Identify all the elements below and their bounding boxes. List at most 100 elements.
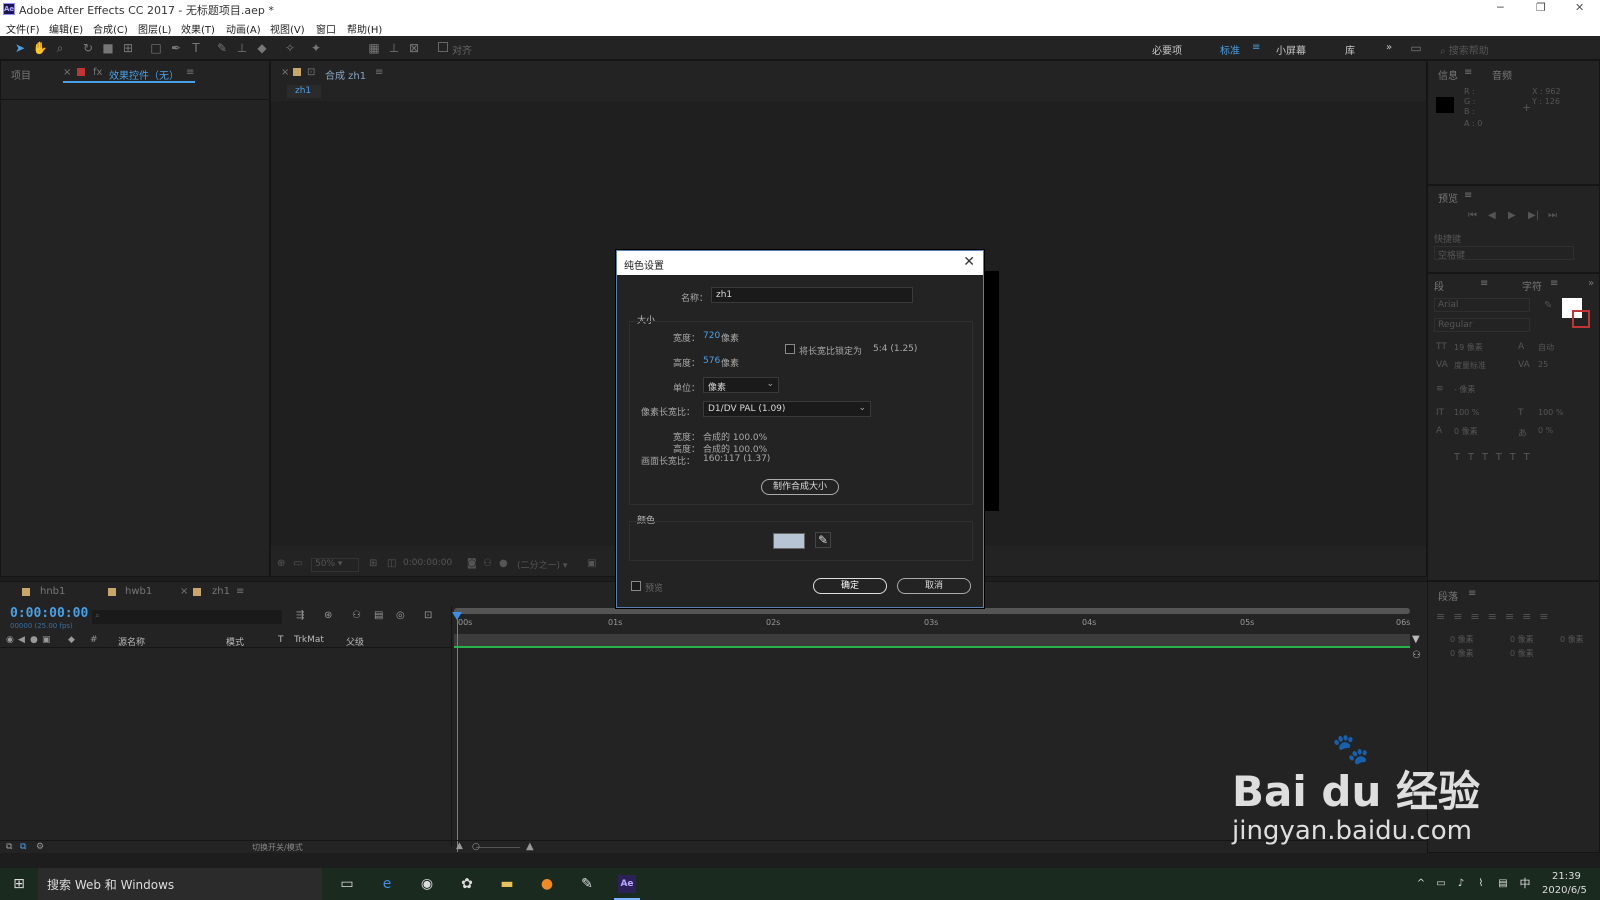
tsume-value[interactable]: 0 % bbox=[1538, 426, 1553, 435]
panel-menu-icon[interactable]: ≡ bbox=[1464, 190, 1472, 201]
tab-character[interactable]: 字符 bbox=[1522, 278, 1542, 293]
font-size-value[interactable]: 19 像素 bbox=[1454, 342, 1483, 353]
menu-window[interactable]: 窗口 bbox=[316, 21, 336, 36]
pixel-aspect-select[interactable]: D1/DV PAL (1.09) ⌄ bbox=[703, 401, 871, 417]
shortcut-select[interactable]: 空格键 bbox=[1434, 246, 1574, 261]
mask-icon[interactable]: ◫ bbox=[387, 558, 396, 569]
local-axis-icon[interactable]: ▦ bbox=[366, 40, 382, 56]
tab-paragraph-short[interactable]: 段 bbox=[1434, 278, 1444, 293]
indent-first-value[interactable]: 0 像素 bbox=[1560, 634, 1584, 645]
close-tab-icon[interactable]: × bbox=[281, 67, 289, 78]
workspace-libraries[interactable]: 库 bbox=[1345, 42, 1355, 57]
show-snapshot-icon[interactable]: ⚇ bbox=[483, 558, 492, 569]
menu-effect[interactable]: 效果(T) bbox=[181, 21, 215, 36]
panel-menu-icon[interactable]: ≡ bbox=[236, 586, 244, 597]
comp-breadcrumb[interactable]: zh1 bbox=[287, 85, 321, 98]
name-input[interactable]: zh1 bbox=[711, 287, 913, 303]
notepad-icon[interactable]: ✎ bbox=[578, 875, 596, 893]
action-center-icon[interactable]: ▤ bbox=[1494, 875, 1512, 893]
paint-icon[interactable]: ✿ bbox=[458, 875, 476, 893]
minimize-icon[interactable]: ─ bbox=[1497, 1, 1504, 14]
panel-menu-icon[interactable]: ≡ bbox=[375, 67, 383, 78]
timeline-tab-hnb1[interactable]: hnb1 bbox=[40, 586, 65, 597]
lock-icon[interactable]: ⊡ bbox=[307, 67, 315, 78]
resolution-select[interactable]: (二分之一) ▾ bbox=[517, 558, 581, 572]
time-navigator[interactable] bbox=[454, 634, 1410, 646]
zoom-slider[interactable] bbox=[476, 847, 520, 848]
region-icon[interactable]: ▣ bbox=[587, 558, 596, 569]
transfer-controls-icon[interactable]: ⧉ bbox=[20, 842, 26, 852]
zoom-select[interactable]: 50% ▾ bbox=[311, 558, 359, 572]
menu-layer[interactable]: 图层(L) bbox=[138, 21, 171, 36]
timeline-tab-zh1[interactable]: zh1 bbox=[212, 586, 230, 597]
layer-search-input[interactable]: ⌕ bbox=[92, 610, 282, 624]
panel-menu-icon[interactable]: ≡ bbox=[1550, 278, 1558, 289]
edge-icon[interactable]: e bbox=[378, 875, 396, 893]
tab-composition[interactable]: 合成 zh1 bbox=[325, 67, 366, 82]
prev-frame-icon[interactable]: ◀ bbox=[1488, 210, 1496, 221]
magnify-icon[interactable]: ⊕ bbox=[277, 558, 285, 569]
menu-edit[interactable]: 编辑(E) bbox=[49, 21, 83, 36]
taskbar-search[interactable]: 搜索 Web 和 Windows bbox=[38, 868, 322, 900]
align-icons[interactable]: ≡≡≡≡≡≡≡ bbox=[1436, 610, 1557, 623]
pen-tool-icon[interactable]: ✒ bbox=[168, 40, 184, 56]
unit-select[interactable]: 像素 ⌄ bbox=[703, 377, 779, 393]
play-icon[interactable]: ▶ bbox=[1508, 210, 1516, 221]
firefox-icon[interactable]: ● bbox=[538, 875, 556, 893]
leading-value[interactable]: 自动 bbox=[1538, 342, 1554, 353]
vscale-value[interactable]: 100 % bbox=[1454, 408, 1479, 417]
col-mode[interactable]: 模式 bbox=[226, 635, 244, 648]
clock-date[interactable]: 2020/6/5 bbox=[1542, 885, 1587, 896]
tab-project[interactable]: 项目 bbox=[11, 67, 31, 82]
lock-aspect-checkbox[interactable] bbox=[785, 344, 795, 354]
zoom-out-icon[interactable]: ▲ bbox=[456, 841, 463, 851]
clock-time[interactable]: 21:39 bbox=[1552, 871, 1581, 882]
current-timecode[interactable]: 0:00:00:00 bbox=[10, 606, 88, 621]
menu-file[interactable]: 文件(F) bbox=[6, 21, 40, 36]
rectangle-tool-icon[interactable]: □ bbox=[148, 40, 164, 56]
snapshot-icon[interactable]: ◙ bbox=[467, 558, 477, 569]
world-axis-icon[interactable]: ⊥ bbox=[386, 40, 402, 56]
work-area-bar[interactable] bbox=[454, 608, 1410, 614]
type-tool-icon[interactable]: T bbox=[188, 40, 204, 56]
tab-info[interactable]: 信息 bbox=[1438, 67, 1458, 82]
tab-effect-controls[interactable]: 效果控件（无） bbox=[109, 67, 179, 82]
color-channel-icon[interactable]: ● bbox=[499, 558, 508, 569]
draft-3d-icon[interactable]: ⊛ bbox=[324, 610, 332, 621]
timeline-tab-hwb1[interactable]: hwb1 bbox=[125, 586, 152, 597]
zoom-tool-icon[interactable]: ⌕ bbox=[52, 40, 68, 56]
playhead[interactable] bbox=[457, 612, 458, 852]
grid-icon[interactable]: ⊞ bbox=[369, 558, 377, 569]
after-effects-taskbar-icon[interactable]: Ae bbox=[618, 875, 636, 893]
tab-audio[interactable]: 音频 bbox=[1492, 67, 1512, 82]
first-frame-icon[interactable]: ⏮ bbox=[1468, 210, 1477, 221]
space-after-value[interactable]: 0 像素 bbox=[1510, 648, 1534, 659]
make-comp-size-button[interactable]: 制作合成大小 bbox=[761, 479, 839, 495]
playhead-handle-icon[interactable] bbox=[452, 612, 462, 620]
col-t[interactable]: T bbox=[278, 635, 284, 645]
comp-marker-icon[interactable]: ▼ bbox=[1412, 634, 1420, 645]
view-axis-icon[interactable]: ⊠ bbox=[406, 40, 422, 56]
zoom-in-icon[interactable]: ▲ bbox=[526, 841, 534, 852]
pan-behind-tool-icon[interactable]: ⊞ bbox=[120, 40, 136, 56]
height-value[interactable]: 576 bbox=[703, 356, 720, 366]
menu-view[interactable]: 视图(V) bbox=[270, 21, 305, 36]
panel-menu-icon[interactable]: ≡ bbox=[1480, 278, 1488, 289]
tracking-value[interactable]: 25 bbox=[1538, 360, 1548, 369]
width-value[interactable]: 720 bbox=[703, 331, 720, 341]
ok-button[interactable]: 确定 bbox=[813, 578, 887, 594]
snap-checkbox[interactable] bbox=[438, 42, 448, 52]
battery-icon[interactable]: ▭ bbox=[1432, 875, 1450, 893]
panel-menu-icon[interactable]: ≡ bbox=[186, 67, 194, 78]
frame-blend-icon[interactable]: ▤ bbox=[374, 610, 383, 621]
close-tab-icon[interactable]: × bbox=[180, 586, 188, 597]
zoom-slider-handle-icon[interactable]: ○ bbox=[472, 842, 480, 852]
dialog-close-icon[interactable]: ✕ bbox=[963, 254, 975, 270]
font-select[interactable]: Arial bbox=[1434, 298, 1530, 312]
workspace-menu-icon[interactable]: ≡ bbox=[1252, 42, 1260, 53]
color-swatch-button[interactable] bbox=[773, 533, 805, 549]
menu-animation[interactable]: 动画(A) bbox=[226, 21, 261, 36]
windows-start-icon[interactable]: ⊞ bbox=[10, 875, 28, 893]
panel-menu-icon[interactable]: ≡ bbox=[1464, 67, 1472, 78]
comp-flowchart-icon[interactable]: ⇶ bbox=[296, 610, 304, 621]
